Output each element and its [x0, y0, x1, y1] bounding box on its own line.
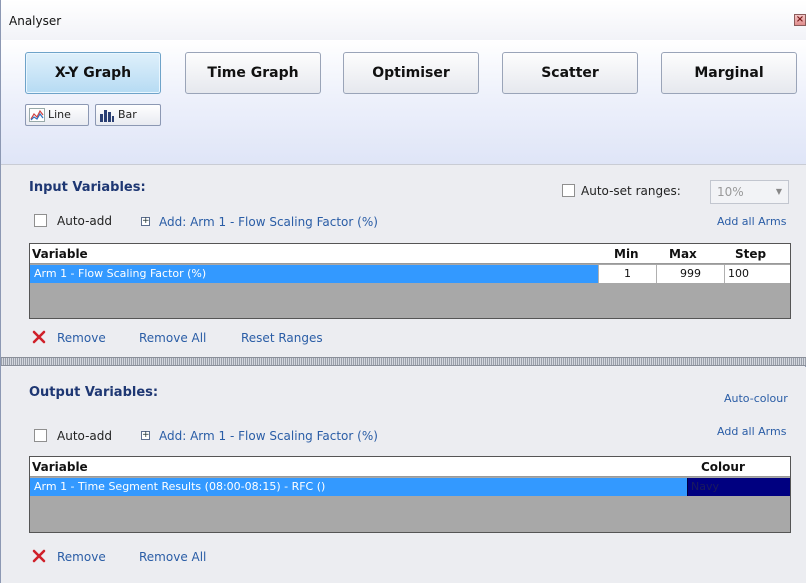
- window-title: Analyser: [9, 14, 62, 28]
- range-percent-select[interactable]: 10% ▼: [710, 180, 789, 204]
- reset-ranges-link[interactable]: Reset Ranges: [241, 331, 323, 345]
- close-icon[interactable]: ×: [794, 14, 806, 26]
- col-variable-header: Variable: [32, 460, 88, 474]
- tab-marginal[interactable]: Marginal: [661, 52, 797, 94]
- input-variables-title: Input Variables:: [29, 180, 146, 195]
- tab-xy-graph[interactable]: X-Y Graph: [25, 52, 161, 94]
- title-bar: Analyser ×: [1, 0, 806, 40]
- col-step-header: Step: [735, 247, 767, 261]
- range-percent-value: 10%: [717, 185, 744, 199]
- tab-time-graph[interactable]: Time Graph: [185, 52, 321, 94]
- bar-label: Bar: [118, 108, 137, 121]
- row-min-cell[interactable]: 1: [598, 265, 656, 283]
- table-row[interactable]: Arm 1 - Flow Scaling Factor (%) 1 999 10…: [30, 265, 790, 283]
- chevron-down-icon: ▼: [775, 187, 782, 196]
- input-auto-add-label: Auto-add: [57, 214, 113, 228]
- table-row[interactable]: Arm 1 - Time Segment Results (08:00-08:1…: [30, 478, 790, 496]
- output-remove-all-link[interactable]: Remove All: [139, 550, 206, 564]
- row-variable-name: Arm 1 - Time Segment Results (08:00-08:1…: [34, 480, 326, 493]
- bar-chart-icon: [100, 110, 114, 122]
- output-auto-add-checkbox[interactable]: [34, 429, 47, 442]
- col-min-header: Min: [614, 247, 639, 261]
- input-variables-table: Variable Min Max Step Arm 1 - Flow Scali…: [29, 243, 791, 319]
- row-max-cell[interactable]: 999: [656, 265, 724, 283]
- line-label: Line: [48, 108, 71, 121]
- col-colour-header: Colour: [701, 460, 745, 474]
- auto-colour-link[interactable]: Auto-colour: [724, 392, 788, 405]
- row-step-cell[interactable]: 100: [724, 265, 790, 283]
- tab-optimiser[interactable]: Optimiser: [343, 52, 479, 94]
- output-auto-add-label: Auto-add: [57, 429, 113, 443]
- col-variable-header: Variable: [32, 247, 88, 261]
- bar-chart-button[interactable]: Bar: [95, 104, 161, 126]
- input-table-header: Variable Min Max Step: [30, 244, 790, 264]
- expand-plus-icon[interactable]: +: [141, 431, 150, 440]
- remove-icon[interactable]: [32, 330, 46, 344]
- analyser-window: Analyser × X-Y Graph Time Graph Optimise…: [0, 0, 806, 583]
- input-add-all-arms-link[interactable]: Add all Arms: [717, 215, 786, 228]
- output-add-variable-link[interactable]: Add: Arm 1 - Flow Scaling Factor (%): [159, 429, 378, 443]
- auto-set-ranges-label: Auto-set ranges:: [581, 184, 681, 198]
- input-remove-link[interactable]: Remove: [57, 331, 106, 345]
- expand-plus-icon[interactable]: +: [141, 217, 150, 226]
- tab-scatter[interactable]: Scatter: [502, 52, 638, 94]
- panel-splitter[interactable]: [1, 357, 806, 366]
- col-max-header: Max: [669, 247, 697, 261]
- row-variable-name: Arm 1 - Flow Scaling Factor (%): [34, 267, 207, 280]
- remove-icon[interactable]: [32, 549, 46, 563]
- output-variables-title: Output Variables:: [29, 385, 159, 400]
- output-table-header: Variable Colour: [30, 457, 790, 477]
- input-auto-add-checkbox[interactable]: [34, 214, 47, 227]
- output-add-all-arms-link[interactable]: Add all Arms: [717, 425, 786, 438]
- input-add-variable-link[interactable]: Add: Arm 1 - Flow Scaling Factor (%): [159, 215, 378, 229]
- auto-set-ranges-checkbox[interactable]: [562, 184, 575, 197]
- graph-type-area: X-Y Graph Time Graph Optimiser Scatter M…: [1, 40, 806, 164]
- input-remove-all-link[interactable]: Remove All: [139, 331, 206, 345]
- output-variables-table: Variable Colour Arm 1 - Time Segment Res…: [29, 456, 791, 533]
- line-chart-icon: [29, 108, 45, 122]
- row-colour-swatch[interactable]: Navy: [687, 478, 790, 496]
- line-chart-button[interactable]: Line: [25, 104, 89, 126]
- output-remove-link[interactable]: Remove: [57, 550, 106, 564]
